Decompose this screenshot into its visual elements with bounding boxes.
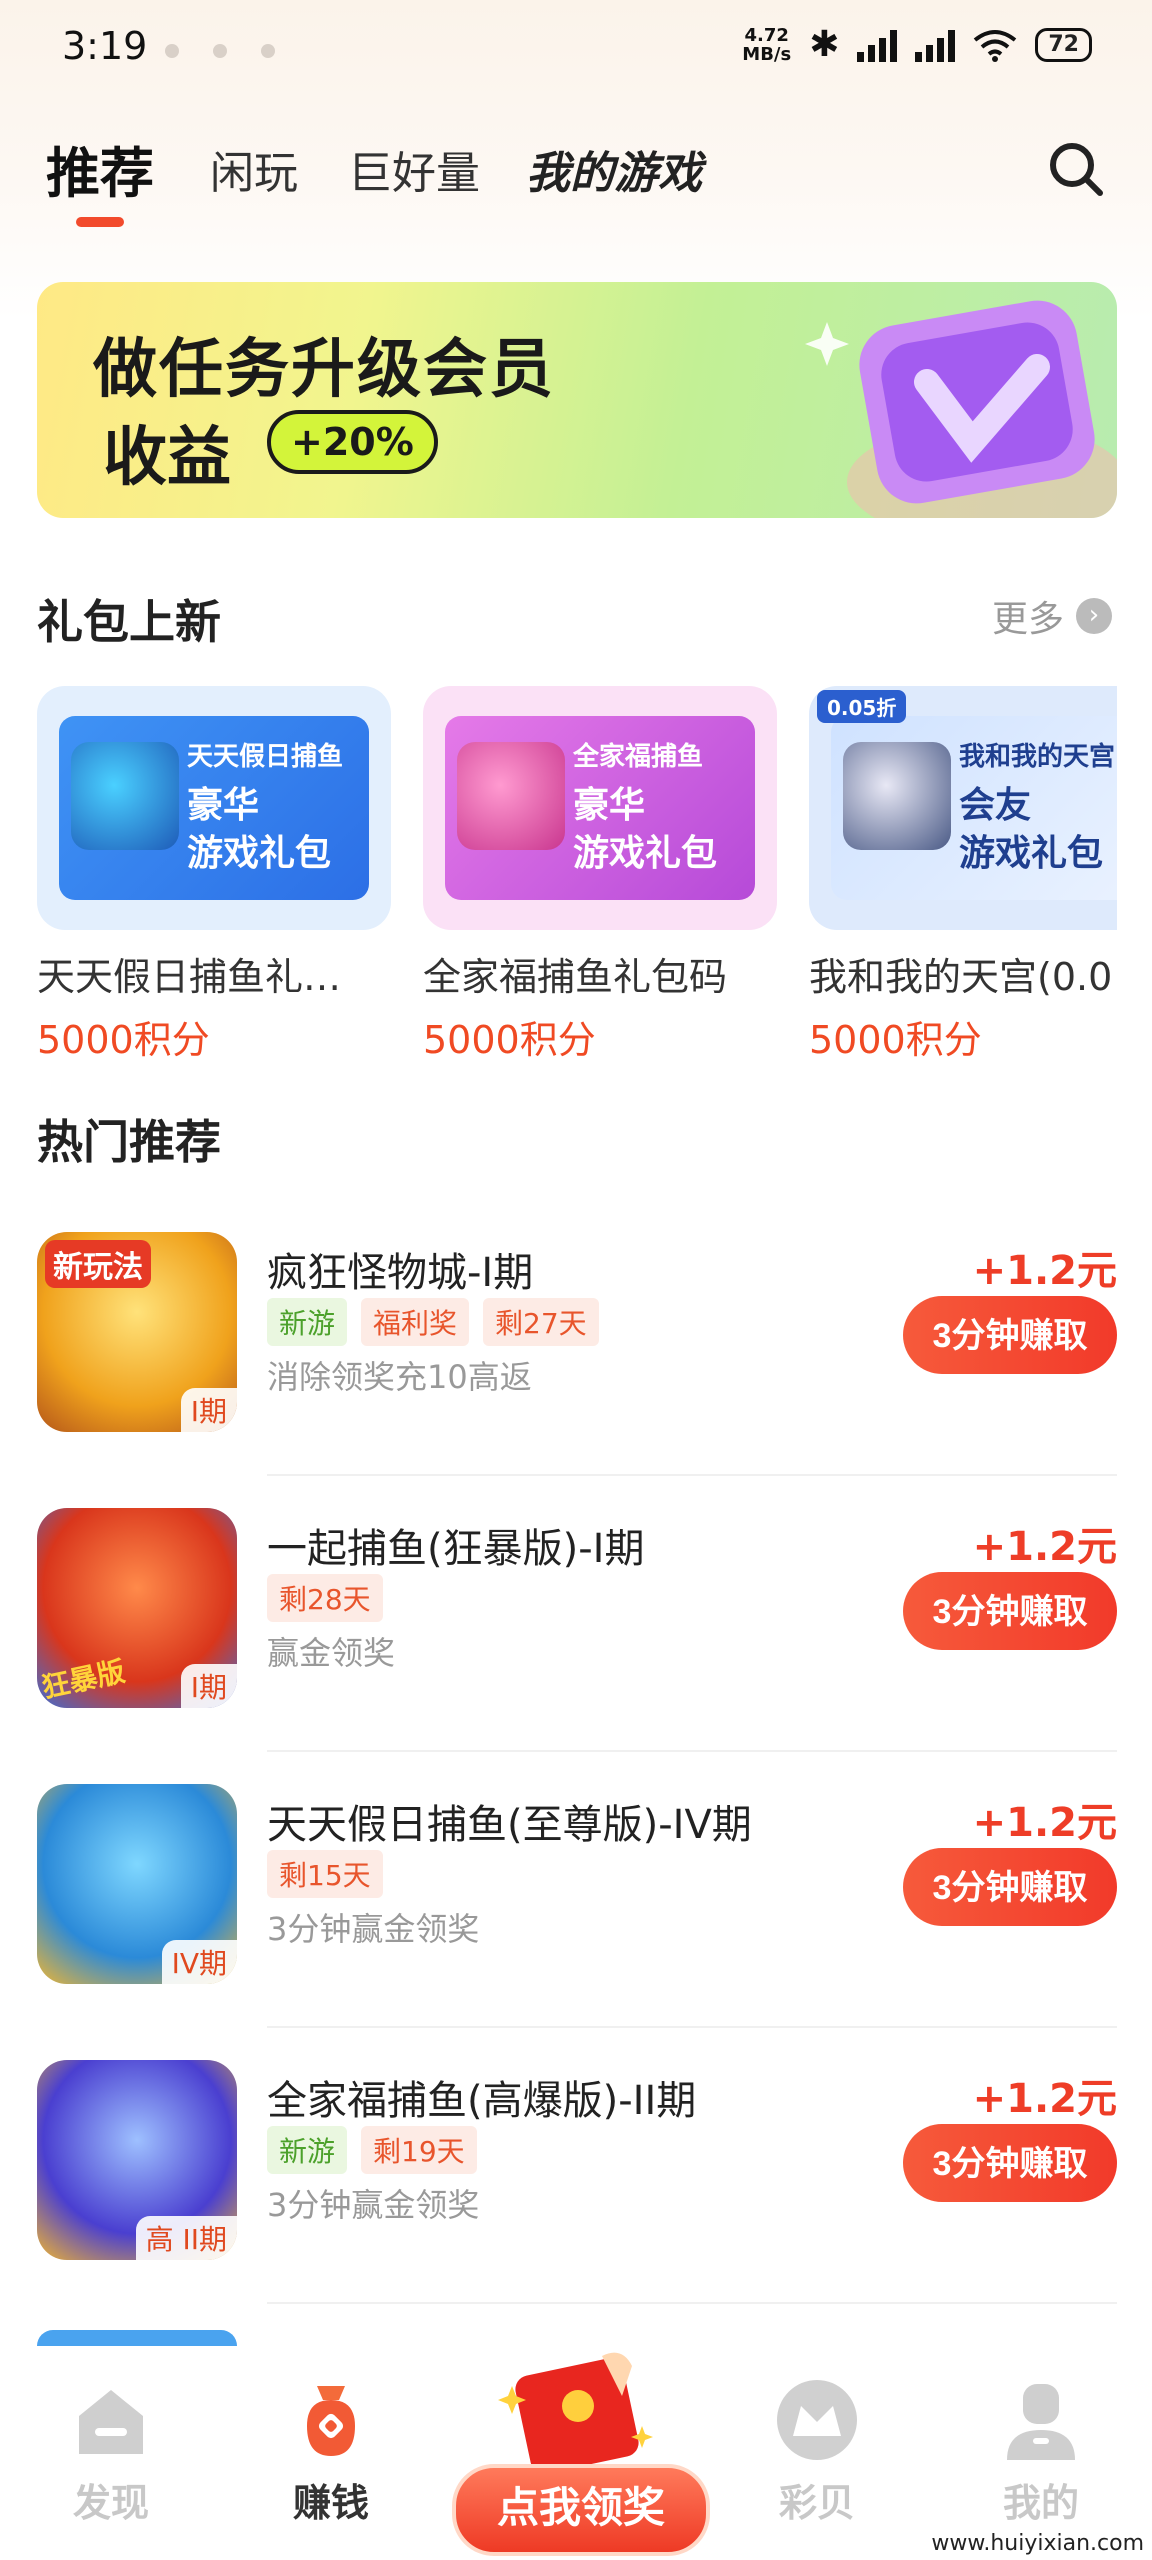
reward-amount: +1.2元 [972, 2076, 1117, 2122]
nav-discover[interactable]: 发现 [36, 2376, 186, 2527]
net-speed: 4.72 MB/s [742, 24, 792, 65]
earn-button[interactable]: 3分钟赚取 [903, 1848, 1117, 1926]
reward-amount: +1.2元 [972, 1524, 1117, 1570]
gift-price: 5000积分 [809, 1018, 982, 1062]
game-name: 天天假日捕鱼(至尊版)-IV期 [267, 1802, 752, 1848]
top-tabs: 推荐 闲玩 巨好量 我的游戏 [0, 125, 1152, 235]
game-name: 全家福捕鱼(高爆版)-II期 [267, 2078, 697, 2124]
period-badge: I期 [180, 1664, 237, 1708]
banner-percent-badge: +20% [267, 410, 438, 474]
chevron-right-icon: › [1076, 598, 1112, 634]
gift-name: 我和我的天宫(0.0 [809, 955, 1113, 999]
gift-card-image: 我和我的天宫 会友 游戏礼包 0.05折 [809, 686, 1117, 930]
nav-earn[interactable]: 赚钱 [256, 2376, 406, 2527]
reward-amount: +1.2元 [972, 1248, 1117, 1294]
tag-list: 新游 剩19天 [267, 2126, 477, 2174]
gift-card[interactable]: 全家福捕鱼 豪华 游戏礼包 全家福捕鱼礼包码 5000积分 [423, 686, 777, 1064]
tag-list: 剩28天 [267, 1574, 383, 1622]
red-envelope-icon [498, 2352, 653, 2474]
game-icon: IV期 [37, 1784, 237, 1984]
game-icon: 新玩法 I期 [37, 1232, 237, 1432]
gift-name: 全家福捕鱼礼包码 [423, 955, 728, 999]
gift-list: 天天假日捕鱼 豪华 游戏礼包 天天假日捕鱼礼… 5000积分 全家福捕鱼 豪华 … [37, 686, 1117, 1066]
game-description: 3分钟赢金领奖 [267, 1910, 480, 1948]
game-name: 疯狂怪物城-I期 [267, 1250, 534, 1296]
search-icon[interactable] [1044, 137, 1108, 201]
list-item[interactable]: IV期 天天假日捕鱼(至尊版)-IV期 剩15天 3分钟赢金领奖 +1.2元 3… [37, 1752, 1117, 2028]
list-item[interactable]: 高 II期 全家福捕鱼(高爆版)-II期 新游 剩19天 3分钟赢金领奖 +1.… [37, 2028, 1117, 2304]
claim-reward-button[interactable]: 点我领奖 [452, 2464, 710, 2556]
game-description: 3分钟赢金领奖 [267, 2186, 480, 2224]
tag: 新游 [267, 2126, 348, 2174]
nav-claim-reward[interactable]: 点我领奖 [452, 2346, 710, 2560]
gift-price: 5000积分 [423, 1018, 596, 1062]
game-icon [37, 2330, 237, 2346]
game-icon: 高 II期 [37, 2060, 237, 2260]
earn-button[interactable]: 3分钟赚取 [903, 1572, 1117, 1650]
home-icon [79, 2390, 143, 2454]
tag: 剩19天 [361, 2126, 477, 2174]
gift-section-title: 礼包上新 [37, 595, 221, 649]
status-icons: 4.72 MB/s ✱ 72 [742, 24, 1092, 65]
hot-section-title: 热门推荐 [37, 1115, 221, 1169]
user-icon [1007, 2384, 1075, 2460]
tag: 剩27天 [483, 1298, 599, 1346]
tag-list: 新游 福利奖 剩27天 [267, 1298, 599, 1346]
game-icon: 狂暴版 I期 [37, 1508, 237, 1708]
tag-list: 剩15天 [267, 1850, 383, 1898]
promo-banner[interactable]: 做任务升级会员 收益 +20% [37, 282, 1117, 518]
tab-active-indicator [76, 217, 124, 227]
gift-more-link[interactable]: 更多 › [992, 590, 1112, 642]
tag: 新游 [267, 1298, 348, 1346]
tab-recommend[interactable]: 推荐 [46, 129, 154, 208]
discount-tag: 0.05折 [817, 690, 907, 723]
banner-subtitle: 收益 [103, 421, 231, 495]
period-badge: I期 [180, 1388, 237, 1432]
nav-caibei[interactable]: 彩贝 [742, 2376, 892, 2527]
earn-button[interactable]: 3分钟赚取 [903, 1296, 1117, 1374]
status-bar: 3:19 4.72 MB/s ✱ 72 [0, 0, 1152, 100]
list-item[interactable]: 狂暴版 I期 一起捕鱼(狂暴版)-I期 剩28天 赢金领奖 +1.2元 3分钟赚… [37, 1476, 1117, 1752]
tab-my-games[interactable]: 我的游戏 [526, 137, 702, 201]
gift-card-image: 全家福捕鱼 豪华 游戏礼包 [423, 686, 777, 930]
gift-card-image: 天天假日捕鱼 豪华 游戏礼包 [37, 686, 391, 930]
tag: 福利奖 [361, 1298, 470, 1346]
status-time: 3:19 [62, 24, 148, 68]
tab-casual[interactable]: 闲玩 [210, 137, 298, 201]
game-name: 一起捕鱼(狂暴版)-I期 [267, 1526, 645, 1572]
earn-button[interactable]: 3分钟赚取 [903, 2124, 1117, 2202]
shell-icon [777, 2380, 857, 2460]
gift-price: 5000积分 [37, 1018, 210, 1062]
fish-game-icon [71, 742, 179, 850]
notification-dots [165, 44, 275, 58]
gift-name: 天天假日捕鱼礼… [37, 955, 342, 999]
signal-icon-2 [915, 28, 956, 62]
divider [267, 2302, 1117, 2304]
gift-card[interactable]: 我和我的天宫 会友 游戏礼包 0.05折 我和我的天宫(0.0 5000积分 [809, 686, 1117, 1064]
fantasy-game-icon [843, 742, 951, 850]
period-badge: 高 II期 [135, 2216, 237, 2260]
game-description: 消除领奖充10高返 [267, 1358, 532, 1396]
signal-icon [857, 28, 898, 62]
reward-amount: +1.2元 [972, 1800, 1117, 1846]
banner-title: 做任务升级会员 [93, 333, 555, 407]
period-badge: IV期 [161, 1940, 237, 1984]
fish-game-icon [457, 742, 565, 850]
battery-icon: 72 [1035, 27, 1092, 62]
nav-mine[interactable]: 我的 [966, 2376, 1116, 2527]
tag: 剩28天 [267, 1574, 383, 1622]
watermark-text: www.huiyixian.com [931, 2531, 1144, 2556]
money-bag-icon [307, 2386, 355, 2456]
more-label: 更多 [991, 599, 1064, 640]
list-item[interactable]: 新玩法 I期 疯狂怪物城-I期 新游 福利奖 剩27天 消除领奖充10高返 +1… [37, 1200, 1117, 1476]
bottom-nav: 发现 赚钱 点我领奖 彩贝 我的 [0, 2346, 1152, 2560]
vip-badge-icon [805, 300, 1117, 518]
bluetooth-icon: ✱ [809, 24, 840, 65]
tab-juhaoliang[interactable]: 巨好量 [348, 137, 480, 201]
gift-card[interactable]: 天天假日捕鱼 豪华 游戏礼包 天天假日捕鱼礼… 5000积分 [37, 686, 391, 1064]
tag: 剩15天 [267, 1850, 383, 1898]
wifi-icon [974, 29, 1017, 62]
game-description: 赢金领奖 [267, 1634, 396, 1672]
